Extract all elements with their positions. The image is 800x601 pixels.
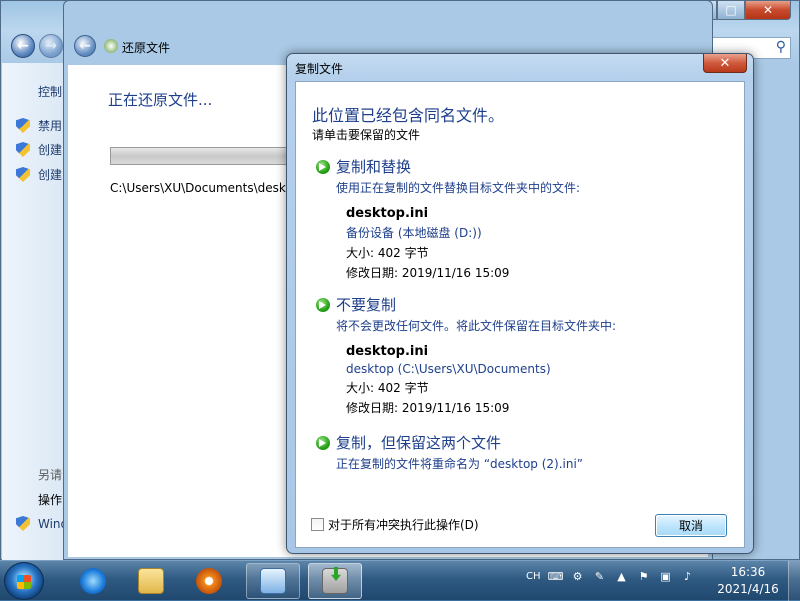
keyboard-icon[interactable]: ⌨ [548, 569, 564, 583]
sidebar-item-label: 创建 [38, 168, 63, 182]
copy-file-dialog: 复制文件 ✕ 此位置已经包含同名文件。 请单击要保留的文件 复制和替换 使用正在… [286, 53, 754, 554]
option-copy-keep-both[interactable]: 复制，但保留这两个文件 正在复制的文件将重命名为 “desktop (2).in… [316, 432, 736, 472]
sidebar-operation[interactable]: 操作 [38, 491, 62, 508]
file-info: desktop.ini desktop (C:\Users\XU\Documen… [346, 344, 736, 416]
ime-icon[interactable]: ✎ [593, 569, 607, 583]
sidebar-item-label: 创建 [38, 143, 63, 157]
sidebar-item-windows[interactable]: Wind [16, 516, 68, 531]
show-hidden-icons-icon[interactable]: ▲ [615, 569, 629, 583]
dialog-subheading: 请单击要保留的文件 [312, 128, 421, 142]
apply-to-all-checkbox[interactable] [311, 518, 324, 531]
option-description: 使用正在复制的文件替换目标文件夹中的文件: [336, 181, 581, 195]
maximize-button[interactable]: □ [717, 1, 745, 20]
taskbar-ie[interactable] [66, 563, 120, 599]
show-desktop-button[interactable] [788, 561, 800, 601]
back-arrow-icon[interactable]: ← [74, 35, 96, 57]
restore-icon [104, 39, 118, 53]
sidebar-item-disable[interactable]: 禁用 [16, 117, 62, 134]
language-indicator[interactable]: CH [526, 571, 541, 582]
option-title: 复制，但保留这两个文件 [336, 434, 502, 452]
sidebar-item-create-1[interactable]: 创建 [16, 141, 62, 158]
taskbar-control-panel[interactable] [246, 563, 300, 599]
flag-icon[interactable]: ⚑ [637, 569, 651, 583]
file-location: 备份设备 (本地磁盘 (D:)) [346, 226, 482, 240]
taskbar: CH ⌨ ⚙ ✎ ▲ ⚑ ▣ ♪ 16:36 2021/4/16 [0, 560, 800, 601]
search-icon: ⚲ [775, 39, 786, 55]
clock-time: 16:36 [730, 565, 766, 579]
internet-explorer-icon [80, 568, 106, 594]
close-button[interactable]: ✕ [745, 1, 791, 20]
volume-icon[interactable]: ♪ [681, 569, 695, 583]
clock[interactable]: 16:36 2021/4/16 [712, 564, 784, 598]
shield-icon [16, 516, 30, 531]
close-button[interactable]: ✕ [703, 54, 747, 73]
forward-arrow-icon[interactable]: → [39, 34, 63, 58]
taskbar-explorer[interactable] [124, 563, 178, 599]
file-location: desktop (C:\Users\XU\Documents) [346, 362, 551, 376]
see-also-label: 另请 [38, 468, 63, 482]
file-info: desktop.ini 备份设备 (本地磁盘 (D:)) 大小: 402 字节 … [346, 206, 736, 281]
restore-file-path: C:\Users\XU\Documents\deskt [110, 181, 291, 195]
file-size: 大小: 402 字节 [346, 381, 429, 395]
dialog-title: 复制文件 [295, 62, 344, 76]
sidebar: 控制 禁用 创建 创建 另请 操作 Wind [2, 63, 68, 560]
control-panel-icon [260, 568, 286, 594]
back-arrow-icon[interactable]: ← [11, 34, 35, 58]
restore-heading: 正在还原文件... [108, 91, 213, 109]
sidebar-control-label[interactable]: 控制 [38, 83, 62, 100]
green-arrow-icon [316, 159, 330, 174]
clock-date: 2021/4/16 [717, 582, 779, 596]
green-arrow-icon [331, 567, 341, 581]
option-description: 将不会更改任何文件。将此文件保留在目标文件夹中: [336, 319, 617, 333]
cancel-button[interactable]: 取消 [655, 514, 727, 537]
shield-icon [16, 167, 30, 182]
file-size: 大小: 402 字节 [346, 246, 429, 260]
start-orb-icon[interactable] [4, 562, 44, 600]
dialog-heading: 此位置已经包含同名文件。 [312, 106, 505, 125]
shield-icon [16, 118, 30, 133]
option-title: 不要复制 [336, 296, 397, 314]
system-tray: CH ⌨ ⚙ ✎ ▲ ⚑ ▣ ♪ [526, 569, 695, 583]
option-description: 正在复制的文件将重命名为 “desktop (2).ini” [336, 457, 584, 471]
green-arrow-icon [316, 435, 330, 450]
dialog-content: 此位置已经包含同名文件。 请单击要保留的文件 复制和替换 使用正在复制的文件替换… [295, 81, 745, 548]
apply-to-all-checkbox-row[interactable]: 对于所有冲突执行此操作(D) [311, 516, 479, 533]
taskbar-file-copy[interactable] [308, 563, 362, 599]
network-icon[interactable]: ▣ [659, 569, 673, 583]
media-player-icon [196, 568, 222, 594]
shield-icon [16, 142, 30, 157]
option-title: 复制和替换 [336, 158, 412, 176]
sidebar-item-label: 禁用 [38, 119, 63, 133]
option-dont-copy[interactable]: 不要复制 将不会更改任何文件。将此文件保留在目标文件夹中: desktop.in… [316, 294, 736, 416]
folder-icon [138, 568, 164, 594]
dialog-footer: 对于所有冲突执行此操作(D) 取消 [295, 506, 745, 548]
sidebar-item-create-2[interactable]: 创建 [16, 166, 62, 183]
checkbox-label: 对于所有冲突执行此操作(D) [328, 518, 479, 532]
restore-window-title: 还原文件 [122, 40, 171, 55]
file-name: desktop.ini [346, 344, 429, 359]
file-copy-icon [322, 567, 348, 594]
file-modified: 修改日期: 2019/11/16 15:09 [346, 401, 510, 415]
file-name: desktop.ini [346, 206, 429, 221]
taskbar-media-player[interactable] [182, 563, 236, 599]
restore-progress-bar [110, 147, 310, 165]
file-modified: 修改日期: 2019/11/16 15:09 [346, 266, 510, 280]
option-copy-and-replace[interactable]: 复制和替换 使用正在复制的文件替换目标文件夹中的文件: desktop.ini … [316, 156, 736, 281]
settings-icon[interactable]: ⚙ [571, 569, 585, 583]
green-arrow-icon [316, 297, 330, 312]
